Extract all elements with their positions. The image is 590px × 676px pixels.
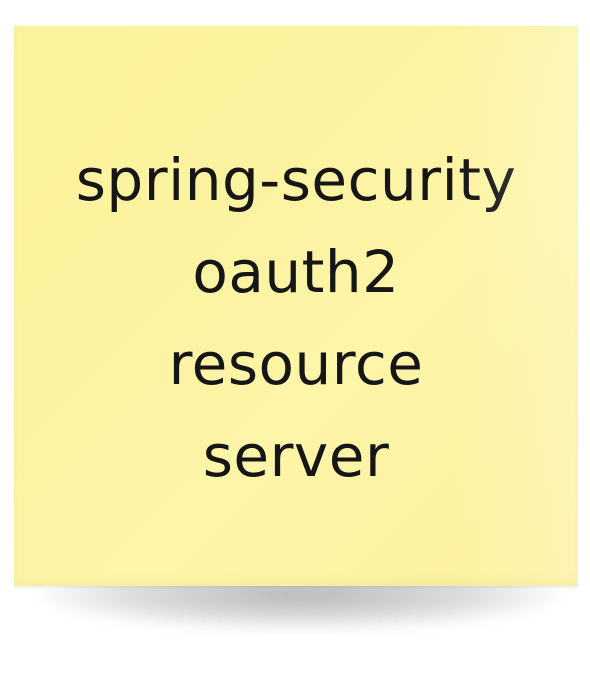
note-line-2: oauth2 [192, 238, 400, 306]
note-line-4: server [202, 422, 390, 490]
note-line-1: spring-security [75, 146, 517, 214]
sticky-note-stage: spring-security oauth2 resource server [0, 0, 590, 676]
sticky-note: spring-security oauth2 resource server [14, 26, 578, 586]
note-text: spring-security oauth2 resource server [14, 134, 578, 502]
note-line-3: resource [168, 330, 424, 398]
